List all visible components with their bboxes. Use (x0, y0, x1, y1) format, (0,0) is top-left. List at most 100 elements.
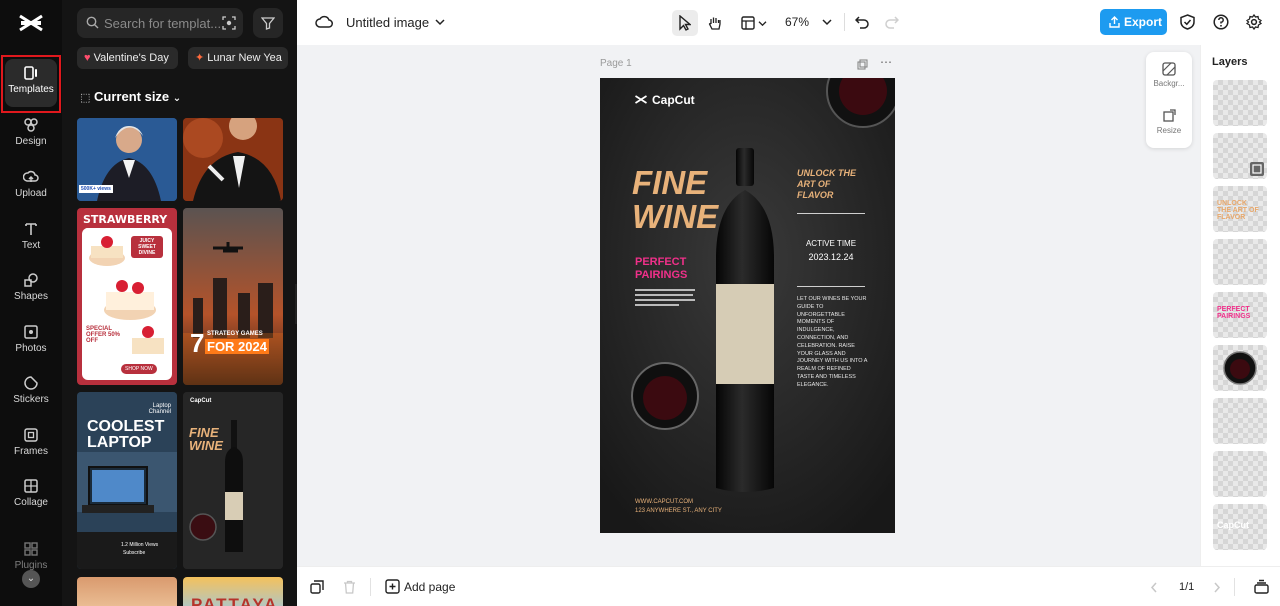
views-badge: 500K+ views (79, 185, 113, 193)
left-rail: Templates Design Upload Text Shapes Phot… (0, 0, 62, 606)
layer-thumbnail[interactable] (1213, 451, 1267, 497)
rail-shapes[interactable]: Shapes (5, 266, 57, 314)
more-icon[interactable]: ⋯ (880, 55, 892, 69)
selection-highlight (1, 55, 61, 113)
rail-stickers[interactable]: Stickers (5, 369, 57, 417)
duplicate-page-icon[interactable] (857, 59, 868, 70)
layers-title: Layers (1212, 56, 1248, 68)
divider (1234, 578, 1235, 596)
template-card[interactable]: Laptop Channel COOLEST LAPTOP 1.2 Millio… (77, 392, 177, 569)
page-label: Page 1 (600, 58, 632, 69)
chevron-right-icon[interactable] (1213, 582, 1221, 593)
current-size-dropdown[interactable]: ⬚ Current size ⌄ (80, 89, 181, 104)
wine-glass-thumbnail (1223, 351, 1257, 385)
template-title: FOR 2024 (205, 339, 269, 354)
layout-icon (741, 16, 755, 30)
trash-icon[interactable] (343, 580, 356, 594)
rail-label: Frames (14, 446, 48, 457)
template-card[interactable]: PATTAYA (183, 577, 283, 606)
chevron-left-icon[interactable] (1150, 582, 1158, 593)
layer-thumbnail[interactable]: PERFECT PAIRINGS (1213, 292, 1267, 338)
template-offer: SPECIAL OFFER 50% OFF (86, 326, 121, 344)
poster-active-date: 2023.12.24 (808, 252, 854, 262)
template-kicker: Laptop Channel (148, 403, 171, 415)
layer-thumbnail[interactable]: UNLOCK THE ART OF FLAVOR (1213, 186, 1267, 232)
chevron-down-icon: ⌄ (172, 93, 182, 104)
layer-thumbnail[interactable] (1213, 398, 1267, 444)
hand-tool-button[interactable] (702, 10, 728, 36)
current-size-label: Current size (94, 89, 170, 104)
image-search-icon[interactable] (222, 16, 236, 30)
rail-design[interactable]: Design (5, 111, 57, 159)
rail-text[interactable]: Text (5, 215, 57, 263)
poster-brand: CapCut (652, 93, 695, 107)
export-button[interactable]: Export (1100, 9, 1167, 35)
add-page-icon[interactable] (385, 579, 400, 594)
rail-collage[interactable]: Collage (5, 472, 57, 520)
cloud-icon[interactable] (315, 14, 333, 30)
template-cta: SHOP NOW (121, 364, 157, 374)
layout-button[interactable] (737, 10, 771, 36)
chevron-down-icon[interactable]: ⌄ (22, 570, 40, 588)
bottom-bar: Add page 1/1 (297, 566, 1280, 606)
chip-label: Valentine's Day (93, 52, 169, 64)
chevron-down-icon[interactable] (822, 18, 832, 26)
undo-icon[interactable] (855, 15, 869, 29)
search-icon (86, 16, 99, 29)
background-tool[interactable]: Backgr... (1146, 62, 1192, 88)
poster-active-label: ACTIVE TIME (805, 239, 857, 248)
text-icon (25, 223, 37, 235)
export-label: Export (1124, 15, 1163, 29)
group-icon (1250, 162, 1264, 176)
layer-thumbnail[interactable] (1213, 345, 1267, 391)
template-card[interactable]: 7 STRATEGY GAMES FOR 2024 (183, 208, 283, 385)
document-title[interactable]: Untitled image (346, 15, 429, 30)
frames-icon (24, 428, 38, 442)
layer-thumbnail[interactable] (1213, 239, 1267, 285)
rail-label: Photos (15, 343, 47, 354)
help-icon[interactable] (1213, 14, 1229, 30)
divider (844, 13, 845, 31)
hand-icon (708, 17, 721, 30)
pages-panel-icon[interactable] (1254, 579, 1269, 594)
template-subscribe: Subscribe (123, 550, 146, 556)
filter-button[interactable] (253, 8, 283, 38)
layer-thumbnail[interactable] (1213, 80, 1267, 126)
collage-icon (24, 479, 38, 493)
template-card[interactable]: STRAWBERRY CAKE JUICY SWEET DIVINE SPECI… (77, 208, 177, 385)
template-card[interactable] (77, 577, 177, 606)
template-card[interactable]: CapCut FINE WINE (183, 392, 283, 569)
rail-label: Text (21, 240, 41, 251)
gear-icon[interactable] (1246, 14, 1262, 30)
poster-tagline: UNLOCK THE ART OF FLAVOR (797, 168, 856, 200)
resize-icon: ⬚ (80, 92, 91, 104)
plugins-icon (24, 542, 38, 556)
capcut-logo[interactable] (17, 12, 45, 34)
select-tool-button[interactable] (672, 10, 698, 36)
chip-valentines[interactable]: ♥ Valentine's Day (77, 47, 178, 69)
layer-thumbnail[interactable] (1213, 133, 1267, 179)
wine-poster[interactable]: CapCut FINE WINE UNLOCK THE ART OF FLAVO… (600, 78, 895, 533)
redo-icon[interactable] (885, 15, 899, 29)
layer-text: UNLOCK THE ART OF FLAVOR (1217, 200, 1259, 221)
layer-thumbnail[interactable]: CapCut (1213, 504, 1267, 550)
rail-upload[interactable]: Upload (5, 163, 57, 211)
zoom-level[interactable]: 67% (785, 15, 809, 29)
rail-frames[interactable]: Frames (5, 421, 57, 469)
resize-tool[interactable]: Resize (1146, 109, 1192, 135)
template-card[interactable]: 500K+ views (77, 118, 177, 201)
add-page-button[interactable]: Add page (404, 580, 455, 594)
chevron-down-icon[interactable] (435, 18, 445, 26)
rail-label: Design (15, 136, 47, 147)
template-card[interactable] (183, 118, 283, 201)
chip-lunar-new-year[interactable]: ✦ Lunar New Yea (188, 47, 288, 69)
duplicate-icon[interactable] (310, 580, 324, 594)
template-number: 7 (190, 328, 205, 358)
photos-icon (24, 325, 38, 339)
poster-headline: FINE WINE (632, 164, 719, 235)
search-input[interactable]: Search for templat... (77, 8, 243, 38)
rail-photos[interactable]: Photos (5, 318, 57, 366)
canvas-area[interactable]: Page 1 ⋯ CapCut FINE WINE UNLOCK THE ART… (297, 45, 1200, 566)
shield-icon[interactable] (1180, 14, 1195, 30)
template-views: 1.2 Million Views (121, 542, 159, 548)
